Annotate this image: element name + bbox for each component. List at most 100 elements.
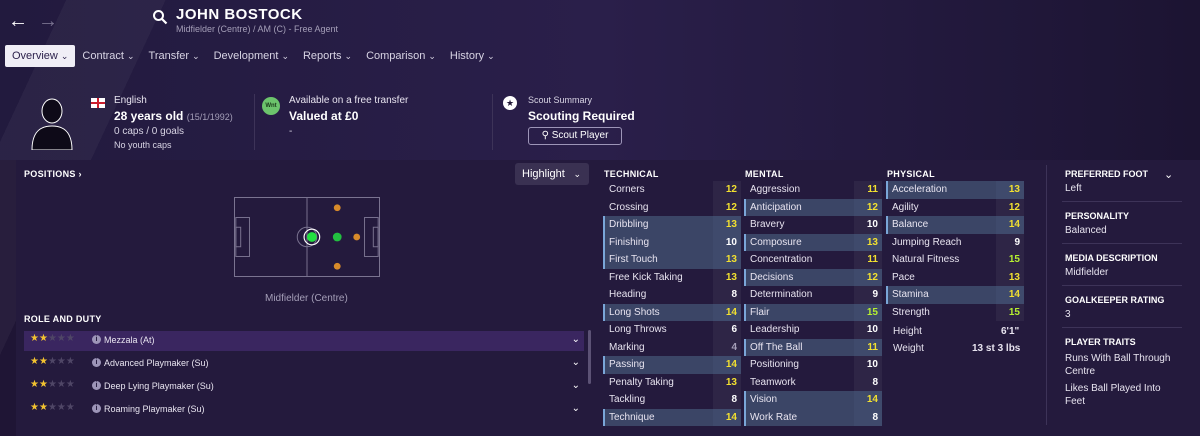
attribute-name: Passing — [609, 359, 645, 370]
highlight-dropdown[interactable]: Highlight ⌄ — [515, 163, 589, 185]
attribute-row[interactable]: Natural Fitness 15 — [886, 251, 1024, 269]
role-row[interactable]: ★★★★★ i Deep Lying Playmaker (Su) ⌄ — [24, 377, 584, 397]
attribute-row[interactable]: Long Shots 14 — [603, 303, 741, 321]
attribute-row[interactable]: Leadership 10 — [744, 321, 882, 339]
attribute-value: 14 — [725, 359, 737, 370]
attribute-row[interactable]: Strength 15 — [886, 303, 1024, 321]
attribute-row[interactable]: Pace 13 — [886, 268, 1024, 286]
attribute-row[interactable]: Stamina 14 — [886, 286, 1024, 304]
attribute-row[interactable]: Anticipation 12 — [744, 198, 882, 216]
info-icon[interactable]: i — [92, 404, 101, 413]
attribute-row[interactable]: Aggression 11 — [744, 181, 882, 199]
tab-overview[interactable]: Overview ⌄ — [5, 45, 76, 67]
attribute-value: 4 — [731, 341, 737, 353]
scout-player-button[interactable]: ⚲ Scout Player — [528, 127, 622, 145]
attribute-row[interactable]: Heading 8 — [603, 286, 741, 304]
star-icon: ★ — [56, 356, 66, 367]
info-icon[interactable]: i — [92, 358, 101, 367]
attribute-row[interactable]: Acceleration 13 — [886, 181, 1024, 199]
attribute-row[interactable]: Tackling 8 — [603, 391, 741, 409]
positions-title[interactable]: POSITIONS › — [24, 169, 82, 179]
physical-attributes: Acceleration 13 Agility 12 Balance 14 Jumping … — [886, 181, 1024, 321]
chevron-down-icon: ⌄ — [487, 51, 495, 61]
attribute-row[interactable]: Agility 12 — [886, 198, 1024, 216]
pitch-position-label: Midfielder (Centre) — [265, 293, 348, 304]
mental-title: MENTAL — [745, 169, 784, 179]
role-row[interactable]: ★★★★★ i Mezzala (At) ⌄ — [24, 331, 584, 351]
attribute-value: 8 — [731, 289, 737, 300]
caps-goals: 0 caps / 0 goals — [114, 126, 185, 137]
tab-history[interactable]: History ⌄ — [443, 45, 502, 67]
positions-title-text: POSITIONS — [24, 169, 76, 179]
star-icon: ★ — [38, 379, 48, 390]
tab-reports[interactable]: Reports ⌄ — [296, 45, 359, 67]
attribute-name: Acceleration — [892, 184, 948, 195]
info-icon[interactable]: i — [92, 381, 101, 390]
personality-value: Balanced — [1065, 225, 1107, 236]
technical-title: TECHNICAL — [604, 169, 659, 179]
role-row[interactable]: ★★★★★ i Roaming Playmaker (Su) ⌄ — [24, 400, 584, 420]
attribute-row[interactable]: Finishing 10 — [603, 233, 741, 251]
attribute-row[interactable]: Passing 14 — [603, 356, 741, 374]
attribute-row[interactable]: Corners 12 — [603, 181, 741, 199]
preferred-foot-label: PREFERRED FOOT — [1065, 169, 1149, 179]
star-icon: ★ — [65, 333, 75, 344]
tab-contract[interactable]: Contract ⌄ — [75, 45, 141, 67]
tab-development[interactable]: Development ⌄ — [207, 45, 296, 67]
attribute-value: 13 — [725, 271, 737, 283]
attribute-row[interactable]: Positioning 10 — [744, 356, 882, 374]
attribute-value: 10 — [866, 359, 878, 370]
attribute-row[interactable]: Off The Ball 11 — [744, 338, 882, 356]
role-rating-stars: ★★★★★ — [30, 333, 75, 344]
attribute-row[interactable]: Crossing 12 — [603, 198, 741, 216]
attribute-row[interactable]: Jumping Reach 9 — [886, 233, 1024, 251]
chevron-down-icon[interactable]: ⌄ — [572, 357, 580, 368]
attribute-row[interactable]: Determination 9 — [744, 286, 882, 304]
divider — [254, 94, 255, 150]
tab-label: Contract — [82, 50, 124, 62]
chevron-down-icon[interactable]: ⌄ — [572, 334, 580, 345]
attribute-row[interactable]: Work Rate 8 — [744, 408, 882, 426]
tab-comparison[interactable]: Comparison ⌄ — [359, 45, 443, 67]
attribute-row[interactable]: Long Throws 6 — [603, 321, 741, 339]
attribute-row[interactable]: Decisions 12 — [744, 268, 882, 286]
tab-transfer[interactable]: Transfer ⌄ — [142, 45, 207, 67]
search-icon[interactable] — [152, 9, 168, 25]
player-age: 28 years old (15/1/1992) — [114, 109, 233, 123]
attribute-row[interactable]: Penalty Taking 13 — [603, 373, 741, 391]
star-icon: ★ — [30, 333, 39, 344]
attribute-value: 11 — [867, 254, 878, 265]
tab-bar: Overview ⌄ Contract ⌄ Transfer ⌄ Developmen… — [5, 45, 502, 67]
chevron-down-icon[interactable]: ⌄ — [572, 403, 580, 414]
role-label: Roaming Playmaker (Su) — [104, 404, 205, 414]
attribute-row[interactable]: Technique 14 — [603, 408, 741, 426]
attribute-row[interactable]: Dribbling 13 — [603, 216, 741, 234]
player-subtitle: Midfielder (Centre) / AM (C) - Free Agen… — [176, 24, 339, 34]
attribute-row[interactable]: Concentration 11 — [744, 251, 882, 269]
role-row[interactable]: ★★★★★ i Advanced Playmaker (Su) ⌄ — [24, 354, 584, 374]
role-list-scrollbar[interactable] — [588, 330, 591, 384]
attribute-row[interactable]: Vision 14 — [744, 391, 882, 409]
tab-label: History — [449, 50, 485, 62]
info-icon[interactable]: i — [92, 335, 101, 344]
chevron-down-icon[interactable]: ⌄ — [1164, 168, 1173, 181]
attribute-row[interactable]: Balance 14 — [886, 216, 1024, 234]
england-flag-icon — [91, 98, 105, 108]
attribute-row[interactable]: Teamwork 8 — [744, 373, 882, 391]
attribute-row[interactable]: Flair 15 — [744, 303, 882, 321]
attribute-value: 8 — [731, 394, 737, 405]
forward-arrow-icon[interactable]: → — [38, 10, 58, 33]
star-icon: ★ — [56, 379, 66, 390]
attribute-row[interactable]: First Touch 13 — [603, 251, 741, 269]
attribute-row[interactable]: Free Kick Taking 13 — [603, 268, 741, 286]
attribute-name: Stamina — [892, 289, 929, 300]
star-icon: ★ — [65, 379, 75, 390]
back-arrow-icon[interactable]: ← — [8, 10, 28, 33]
attribute-row[interactable]: Bravery 10 — [744, 216, 882, 234]
attribute-row[interactable]: Composure 13 — [744, 233, 882, 251]
attribute-value: 12 — [866, 201, 878, 213]
chevron-down-icon[interactable]: ⌄ — [572, 380, 580, 391]
attribute-value: 14 — [725, 411, 737, 423]
attribute-row[interactable]: Marking 4 — [603, 338, 741, 356]
star-icon: ★ — [38, 356, 48, 367]
